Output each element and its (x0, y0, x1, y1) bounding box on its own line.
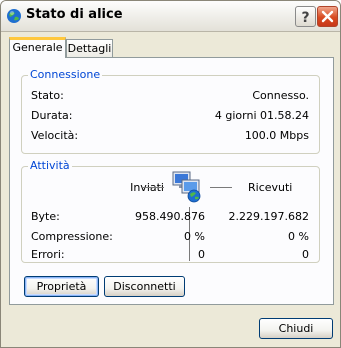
bytes-label: Byte: (31, 210, 60, 223)
connection-group-title: Connessione (28, 68, 103, 81)
disconnect-button[interactable]: Disconnetti (104, 276, 185, 297)
duration-value: 4 giorni 01.58.24 (214, 109, 309, 122)
activity-group: Attività Inviati Ricevuti Byte: 958.490.… (21, 159, 320, 263)
duration-label: Durata: (31, 109, 73, 122)
tab-dettagli-label: Dettagli (67, 42, 112, 55)
status-value: Connesso. (252, 89, 309, 102)
compression-label: Compressione: (31, 230, 113, 243)
help-button[interactable]: ? (295, 6, 316, 27)
network-globe-icon (6, 8, 22, 24)
errors-sent-value: 0 (198, 248, 205, 261)
close-window-button[interactable] (317, 6, 338, 27)
tab-dettagli[interactable]: Dettagli (66, 39, 113, 57)
errors-received-value: 0 (302, 248, 309, 261)
compression-sent-value: 0 % (184, 230, 205, 243)
window-title: Stato di alice (26, 7, 123, 22)
received-header: Ricevuti (248, 181, 293, 194)
tab-generale-label: Generale (12, 41, 63, 54)
svg-text:?: ? (301, 10, 309, 26)
connection-group: Connessione Stato: Connesso. Durata: 4 g… (21, 68, 320, 154)
title-bar[interactable]: Stato di alice ? (1, 1, 340, 32)
errors-label: Errori: (31, 248, 65, 261)
properties-button[interactable]: Proprietà (24, 276, 99, 297)
bytes-received-value: 2.229.197.682 (228, 210, 309, 223)
speed-label: Velocità: (31, 129, 79, 142)
sent-connector-line (142, 187, 164, 188)
network-activity-icon (170, 169, 204, 203)
help-icon: ? (301, 10, 309, 26)
close-button[interactable]: Chiudi (259, 318, 333, 339)
compression-received-value: 0 % (288, 230, 309, 243)
received-connector-line (210, 187, 232, 188)
status-label: Stato: (31, 89, 64, 102)
activity-group-title: Attività (28, 159, 72, 172)
bytes-sent-value: 958.490.876 (135, 210, 205, 223)
speed-value: 100.0 Mbps (244, 129, 309, 142)
status-dialog: Stato di alice ? Generale Dettagli Conne… (0, 0, 341, 348)
tab-generale[interactable]: Generale (9, 37, 66, 58)
tab-panel-generale: Connessione Stato: Connesso. Durata: 4 g… (9, 57, 334, 305)
close-icon (321, 10, 334, 23)
